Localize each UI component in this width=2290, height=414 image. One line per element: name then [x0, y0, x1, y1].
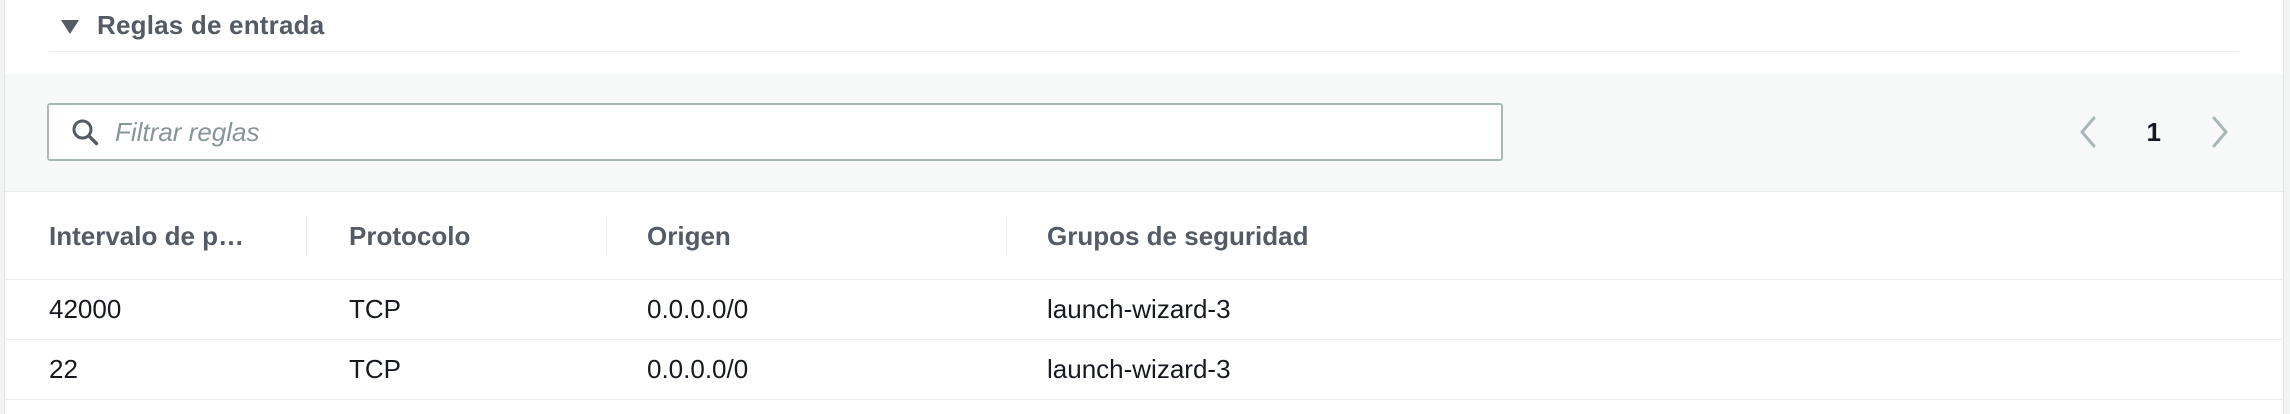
- cell-security-group: launch-wizard-3: [1047, 354, 1231, 384]
- column-header-label: Protocolo: [349, 220, 471, 251]
- cell-protocol: TCP: [349, 294, 401, 324]
- page: Reglas de entrada 1: [0, 0, 2290, 414]
- table-row[interactable]: 42000 TCP 0.0.0.0/0 launch-wizard-3: [5, 280, 2283, 340]
- search-icon: [69, 116, 101, 148]
- column-header-source[interactable]: Origen: [607, 192, 1007, 280]
- inbound-rules-panel: Reglas de entrada 1: [4, 0, 2284, 414]
- cell-protocol: TCP: [349, 354, 401, 384]
- column-header-port-range[interactable]: Intervalo de p…: [5, 192, 307, 280]
- chevron-left-icon[interactable]: [2073, 112, 2103, 152]
- cell-source: 0.0.0.0/0: [647, 354, 749, 384]
- pagination: 1: [2073, 103, 2235, 161]
- search-input[interactable]: [115, 110, 1415, 154]
- cell-port-range: 42000: [49, 294, 122, 324]
- section-header[interactable]: Reglas de entrada: [49, 0, 2239, 52]
- cell-source: 0.0.0.0/0: [647, 294, 749, 324]
- rules-table: Intervalo de p… Protocolo Origen Grupos …: [5, 192, 2283, 400]
- search-box[interactable]: [47, 103, 1503, 161]
- caret-down-icon[interactable]: [61, 19, 79, 34]
- chevron-right-icon[interactable]: [2205, 112, 2235, 152]
- table-row[interactable]: 22 TCP 0.0.0.0/0 launch-wizard-3: [5, 340, 2283, 400]
- column-header-protocol[interactable]: Protocolo: [307, 192, 607, 280]
- cell-security-group: launch-wizard-3: [1047, 294, 1231, 324]
- section-title[interactable]: Reglas de entrada: [97, 10, 324, 41]
- column-header-label: Grupos de seguridad: [1047, 220, 1309, 251]
- column-header-label: Intervalo de p…: [49, 220, 245, 251]
- table-header: Intervalo de p… Protocolo Origen Grupos …: [5, 192, 2283, 280]
- column-header-label: Origen: [647, 220, 731, 251]
- cell-port-range: 22: [49, 354, 78, 384]
- page-number[interactable]: 1: [2147, 117, 2161, 148]
- column-header-security-groups[interactable]: Grupos de seguridad: [1007, 192, 2283, 280]
- table-toolbar: 1: [5, 74, 2283, 192]
